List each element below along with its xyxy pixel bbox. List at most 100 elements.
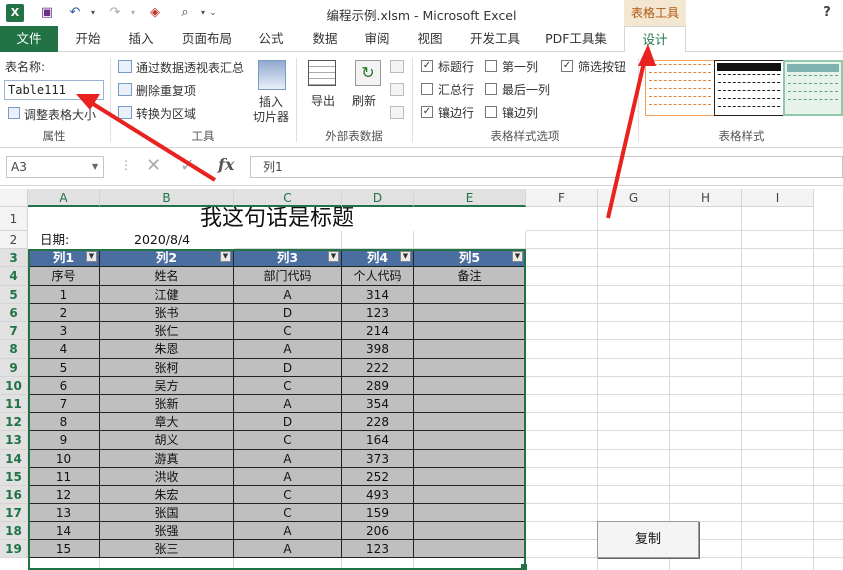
export-button[interactable]: 导出 — [311, 92, 335, 109]
table-cell[interactable]: 3 — [28, 322, 100, 340]
table-cell[interactable]: 5 — [28, 359, 100, 377]
table-cell[interactable]: 123 — [342, 540, 414, 558]
column-header-c[interactable]: C — [234, 189, 342, 207]
row-header-13[interactable]: 13 — [0, 431, 28, 450]
row-header-10[interactable]: 10 — [0, 377, 28, 395]
table-cell[interactable]: 228 — [342, 413, 414, 431]
table-subheader-cell[interactable]: 部门代码 — [234, 267, 342, 286]
table-cell[interactable]: 11 — [28, 468, 100, 486]
row-header-5[interactable]: 5 — [0, 286, 28, 304]
filter-dropdown-icon[interactable]: ▼ — [512, 251, 523, 262]
table-name-input[interactable]: Table111 — [4, 80, 104, 100]
tab-home[interactable]: 开始 — [66, 26, 110, 52]
table-cell[interactable]: 123 — [342, 304, 414, 322]
resize-table-button[interactable]: 调整表格大小 — [24, 106, 96, 123]
table-cell[interactable]: 12 — [28, 486, 100, 504]
header-row-checkbox[interactable]: ✓ — [421, 60, 433, 72]
row-header-11[interactable]: 11 — [0, 395, 28, 413]
table-cell[interactable] — [414, 395, 526, 413]
table-cell[interactable]: 13 — [28, 504, 100, 522]
filter-dropdown-icon[interactable]: ▼ — [220, 251, 231, 262]
tab-page-layout[interactable]: 页面布局 — [176, 26, 238, 52]
summarize-pivot-button[interactable]: 通过数据透视表汇总 — [136, 59, 244, 76]
remove-duplicates-button[interactable]: 删除重复项 — [136, 82, 196, 99]
table-cell[interactable] — [414, 286, 526, 304]
table-header-cell[interactable]: 列4 ▼ — [342, 249, 414, 267]
table-cell[interactable]: 314 — [342, 286, 414, 304]
banded-columns-checkbox[interactable] — [485, 106, 497, 118]
table-cell[interactable]: D — [234, 359, 342, 377]
name-box-dropdown-icon[interactable]: ▼ — [92, 162, 98, 171]
column-header-e[interactable]: E — [414, 189, 526, 207]
first-column-checkbox[interactable] — [485, 60, 497, 72]
table-cell[interactable]: C — [234, 504, 342, 522]
table-cell[interactable]: 6 — [28, 377, 100, 395]
table-style-green-selected[interactable] — [783, 60, 843, 116]
table-cell[interactable]: 164 — [342, 431, 414, 450]
table-cell[interactable] — [414, 504, 526, 522]
table-cell[interactable] — [414, 486, 526, 504]
copy-button[interactable]: 复制 — [597, 521, 699, 558]
table-cell[interactable]: 493 — [342, 486, 414, 504]
convert-to-range-button[interactable]: 转换为区域 — [136, 105, 196, 122]
formula-input[interactable]: 列1 — [250, 156, 843, 178]
table-cell[interactable]: C — [234, 377, 342, 395]
column-header-i[interactable]: I — [742, 189, 814, 207]
tab-review[interactable]: 审阅 — [356, 26, 398, 52]
row-header-17[interactable]: 17 — [0, 504, 28, 522]
table-cell[interactable]: 朱恩 — [100, 340, 234, 359]
table-header-cell[interactable]: 列1 ▼ — [28, 249, 100, 267]
table-cell[interactable]: 胡义 — [100, 431, 234, 450]
column-header-f[interactable]: F — [526, 189, 598, 207]
table-cell[interactable]: 2 — [28, 304, 100, 322]
table-style-orange[interactable] — [645, 60, 715, 116]
table-cell[interactable] — [414, 413, 526, 431]
table-cell[interactable]: 159 — [342, 504, 414, 522]
row-header-12[interactable]: 12 — [0, 413, 28, 431]
fill-handle[interactable] — [521, 564, 527, 570]
table-cell[interactable]: A — [234, 395, 342, 413]
table-header-cell[interactable]: 列2 ▼ — [100, 249, 234, 267]
unlink-icon[interactable] — [390, 106, 404, 119]
table-cell[interactable]: 章大 — [100, 413, 234, 431]
table-cell[interactable]: 张国 — [100, 504, 234, 522]
table-cell[interactable]: 289 — [342, 377, 414, 395]
column-header-g[interactable]: G — [598, 189, 670, 207]
table-cell[interactable]: 206 — [342, 522, 414, 540]
table-subheader-cell[interactable]: 序号 — [28, 267, 100, 286]
filter-dropdown-icon[interactable]: ▼ — [400, 251, 411, 262]
table-cell[interactable]: 15 — [28, 540, 100, 558]
tab-insert[interactable]: 插入 — [120, 26, 162, 52]
table-cell[interactable]: 8 — [28, 413, 100, 431]
tab-data[interactable]: 数据 — [304, 26, 346, 52]
refresh-button[interactable]: 刷新 — [352, 92, 376, 109]
table-cell[interactable] — [414, 522, 526, 540]
table-cell[interactable]: A — [234, 450, 342, 468]
row-header-18[interactable]: 18 — [0, 522, 28, 540]
table-cell[interactable]: 张书 — [100, 304, 234, 322]
worksheet-grid[interactable]: ABCDEFGHI 1 2 3 4 5 6 7 8 9 10 11 12 13 14 15 16 17 18 19 … — [0, 189, 843, 570]
row-header-1[interactable]: 1 — [0, 207, 28, 231]
table-cell[interactable]: 4 — [28, 340, 100, 359]
table-cell[interactable]: A — [234, 540, 342, 558]
tab-developer[interactable]: 开发工具 — [462, 26, 528, 52]
table-cell[interactable]: 张仁 — [100, 322, 234, 340]
table-cell[interactable]: C — [234, 322, 342, 340]
cancel-icon[interactable]: ✕ — [146, 155, 161, 176]
insert-function-icon[interactable]: fx — [218, 155, 234, 174]
table-cell[interactable] — [414, 468, 526, 486]
table-cell[interactable]: 14 — [28, 522, 100, 540]
tab-design[interactable]: 设计 — [624, 26, 686, 53]
tab-pdf-tools[interactable]: PDF工具集 — [540, 26, 612, 52]
date-value[interactable]: 2020/8/4 — [100, 231, 234, 249]
table-cell[interactable] — [414, 450, 526, 468]
table-cell[interactable]: 252 — [342, 468, 414, 486]
table-cell[interactable]: A — [234, 286, 342, 304]
table-cell[interactable]: 朱宏 — [100, 486, 234, 504]
column-header-d[interactable]: D — [342, 189, 414, 207]
row-header-3[interactable]: 3 — [0, 249, 28, 267]
table-cell[interactable]: 吴方 — [100, 377, 234, 395]
table-cell[interactable]: 9 — [28, 431, 100, 450]
table-subheader-cell[interactable]: 备注 — [414, 267, 526, 286]
help-icon[interactable]: ? — [818, 4, 836, 22]
